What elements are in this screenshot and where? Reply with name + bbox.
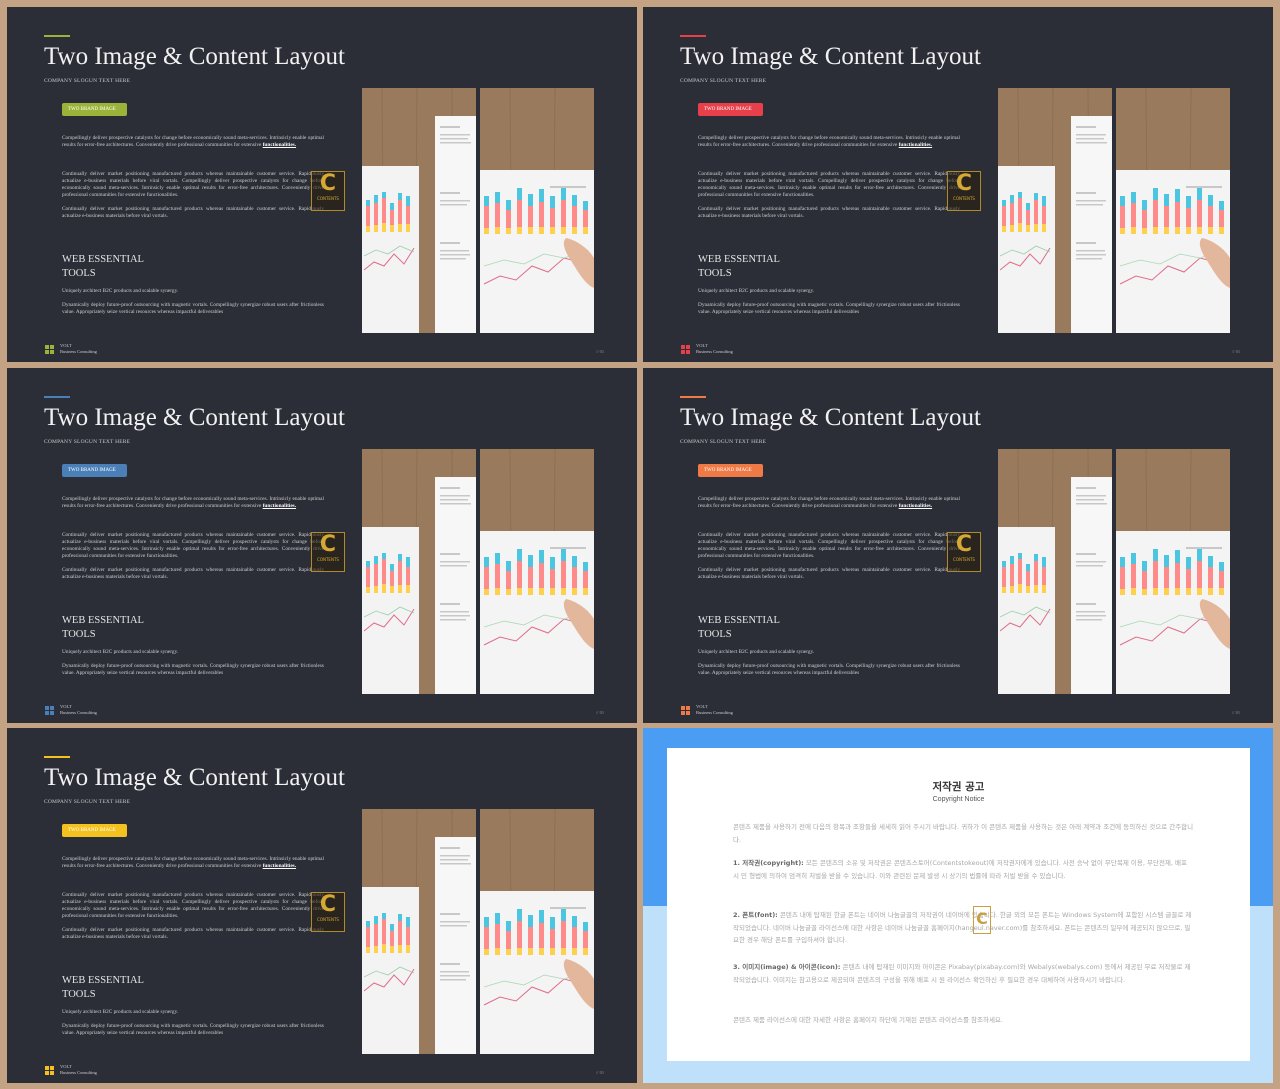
photo-chart-left bbox=[998, 88, 1112, 333]
intro-paragraph: Compellingly deliver prospective catalys… bbox=[62, 135, 324, 148]
intro-paragraph: Compellingly deliver prospective catalys… bbox=[62, 496, 324, 509]
section-text-1: Uniquely architect B2C products and scal… bbox=[698, 288, 815, 294]
section-text-1: Uniquely architect B2C products and scal… bbox=[62, 288, 179, 294]
body-paragraph-2: Continually deliver market positioning m… bbox=[698, 206, 960, 219]
slide-thumbnail[interactable]: Two Image & Content Layout COMPANY SLOGU… bbox=[7, 728, 637, 1083]
company-slogan: COMPANY SLOGUN TEXT HERE bbox=[680, 78, 767, 84]
body-paragraph-1: Continually deliver market positioning m… bbox=[698, 171, 960, 198]
section-heading: WEB ESSENTIAL TOOLS bbox=[62, 254, 144, 279]
photo-chart-right bbox=[1116, 88, 1230, 333]
slide-title: Two Image & Content Layout bbox=[44, 43, 345, 70]
page-number: // 01 bbox=[1232, 710, 1241, 715]
page-number: // 01 bbox=[596, 710, 605, 715]
section-heading: WEB ESSENTIAL TOOLS bbox=[62, 615, 144, 640]
watermark-logo: C CONTENTS bbox=[311, 532, 345, 572]
notice-card: 저작권 공고 Copyright Notice 콘텐츠 제품을 사용하기 전에 … bbox=[667, 748, 1250, 1061]
intro-paragraph: Compellingly deliver prospective catalys… bbox=[698, 496, 960, 509]
section-text-2: Dynamically deploy future-proof outsourc… bbox=[698, 302, 960, 315]
photo-chart-right bbox=[480, 449, 594, 694]
body-paragraph-1: Continually deliver market positioning m… bbox=[62, 892, 324, 919]
notice-image-clause: 3. 이미지(image) & 아이콘(icon): 콘텐츠 내에 탑재된 이미… bbox=[733, 963, 1191, 984]
brand-name: VOLT Business Consulting bbox=[696, 343, 733, 354]
watermark-logo: C CONTENTS bbox=[947, 171, 981, 211]
volt-logo-icon bbox=[681, 345, 691, 355]
photo-chart-right bbox=[480, 88, 594, 333]
notice-copyright-clause: 1. 저작권(copyright): 모든 콘텐츠의 소유 및 저작권은 콘텐츠… bbox=[733, 859, 1188, 880]
intro-paragraph: Compellingly deliver prospective catalys… bbox=[698, 135, 960, 148]
slide-thumbnail[interactable]: Two Image & Content Layout COMPANY SLOGU… bbox=[7, 7, 637, 362]
title-accent-line bbox=[680, 35, 706, 37]
volt-logo-icon bbox=[45, 1066, 55, 1076]
body-paragraph-2: Continually deliver market positioning m… bbox=[698, 567, 960, 580]
slide-title: Two Image & Content Layout bbox=[44, 404, 345, 431]
section-text-1: Uniquely architect B2C products and scal… bbox=[62, 649, 179, 655]
notice-footer: 콘텐츠 제품 라이선스에 대한 자세한 사항은 홈페이지 하단에 기재된 콘텐츠… bbox=[733, 1016, 1003, 1024]
watermark-logo: C bbox=[973, 906, 991, 934]
company-slogan: COMPANY SLOGUN TEXT HERE bbox=[680, 439, 767, 445]
watermark-logo: C CONTENTS bbox=[947, 532, 981, 572]
brand-badge: TWO BRAND IMAGE bbox=[698, 103, 763, 116]
body-paragraph-1: Continually deliver market positioning m… bbox=[62, 532, 324, 559]
photo-chart-left bbox=[362, 809, 476, 1054]
brand-badge: TWO BRAND IMAGE bbox=[62, 824, 127, 837]
section-text-1: Uniquely architect B2C products and scal… bbox=[698, 649, 815, 655]
volt-logo-icon bbox=[45, 706, 55, 716]
brand-name: VOLT Business Consulting bbox=[60, 704, 97, 715]
slide-title: Two Image & Content Layout bbox=[680, 43, 981, 70]
body-paragraph-2: Continually deliver market positioning m… bbox=[62, 206, 324, 219]
section-heading: WEB ESSENTIAL TOOLS bbox=[698, 254, 780, 279]
body-paragraph-2: Continually deliver market positioning m… bbox=[62, 567, 324, 580]
slide-title: Two Image & Content Layout bbox=[680, 404, 981, 431]
intro-paragraph: Compellingly deliver prospective catalys… bbox=[62, 856, 324, 869]
brand-badge: TWO BRAND IMAGE bbox=[62, 103, 127, 116]
company-slogan: COMPANY SLOGUN TEXT HERE bbox=[44, 78, 131, 84]
brand-badge: TWO BRAND IMAGE bbox=[698, 464, 763, 477]
notice-font-clause: 2. 폰트(font): 콘텐츠 내에 탑재된 한글 폰트는 네이버 나눔글꼴의… bbox=[733, 911, 1192, 944]
notice-title: 저작권 공고 bbox=[932, 781, 985, 793]
title-accent-line bbox=[44, 756, 70, 758]
copyright-notice-slide[interactable]: 저작권 공고 Copyright Notice 콘텐츠 제품을 사용하기 전에 … bbox=[643, 728, 1273, 1083]
slide-thumbnail[interactable]: Two Image & Content Layout COMPANY SLOGU… bbox=[643, 7, 1273, 362]
body-paragraph-2: Continually deliver market positioning m… bbox=[62, 927, 324, 940]
company-slogan: COMPANY SLOGUN TEXT HERE bbox=[44, 799, 131, 805]
page-number: // 01 bbox=[1232, 349, 1241, 354]
company-slogan: COMPANY SLOGUN TEXT HERE bbox=[44, 439, 131, 445]
title-accent-line bbox=[680, 396, 706, 398]
photo-chart-left bbox=[998, 449, 1112, 694]
slide-title: Two Image & Content Layout bbox=[44, 764, 345, 791]
section-heading: WEB ESSENTIAL TOOLS bbox=[62, 975, 144, 1000]
watermark-logo: C CONTENTS bbox=[311, 171, 345, 211]
section-text-2: Dynamically deploy future-proof outsourc… bbox=[698, 663, 960, 676]
page-number: // 01 bbox=[596, 349, 605, 354]
section-text-1: Uniquely architect B2C products and scal… bbox=[62, 1009, 179, 1015]
brand-badge: TWO BRAND IMAGE bbox=[62, 464, 127, 477]
photo-chart-right bbox=[1116, 449, 1230, 694]
title-accent-line bbox=[44, 396, 70, 398]
section-text-2: Dynamically deploy future-proof outsourc… bbox=[62, 1023, 324, 1036]
section-heading: WEB ESSENTIAL TOOLS bbox=[698, 615, 780, 640]
watermark-logo: C CONTENTS bbox=[311, 892, 345, 932]
brand-name: VOLT Business Consulting bbox=[60, 1064, 97, 1075]
photo-chart-left bbox=[362, 449, 476, 694]
notice-intro: 콘텐츠 제품을 사용하기 전에 다음의 항목과 조항들을 세세히 읽어 주시기 … bbox=[733, 823, 1194, 844]
slide-thumbnail[interactable]: Two Image & Content Layout COMPANY SLOGU… bbox=[643, 368, 1273, 723]
slide-thumbnail[interactable]: Two Image & Content Layout COMPANY SLOGU… bbox=[7, 368, 637, 723]
volt-logo-icon bbox=[45, 345, 55, 355]
photo-chart-left bbox=[362, 88, 476, 333]
section-text-2: Dynamically deploy future-proof outsourc… bbox=[62, 663, 324, 676]
volt-logo-icon bbox=[681, 706, 691, 716]
brand-name: VOLT Business Consulting bbox=[696, 704, 733, 715]
section-text-2: Dynamically deploy future-proof outsourc… bbox=[62, 302, 324, 315]
body-paragraph-1: Continually deliver market positioning m… bbox=[62, 171, 324, 198]
body-paragraph-1: Continually deliver market positioning m… bbox=[698, 532, 960, 559]
brand-name: VOLT Business Consulting bbox=[60, 343, 97, 354]
title-accent-line bbox=[44, 35, 70, 37]
page-number: // 01 bbox=[596, 1070, 605, 1075]
notice-subtitle: Copyright Notice bbox=[932, 796, 985, 803]
photo-chart-right bbox=[480, 809, 594, 1054]
